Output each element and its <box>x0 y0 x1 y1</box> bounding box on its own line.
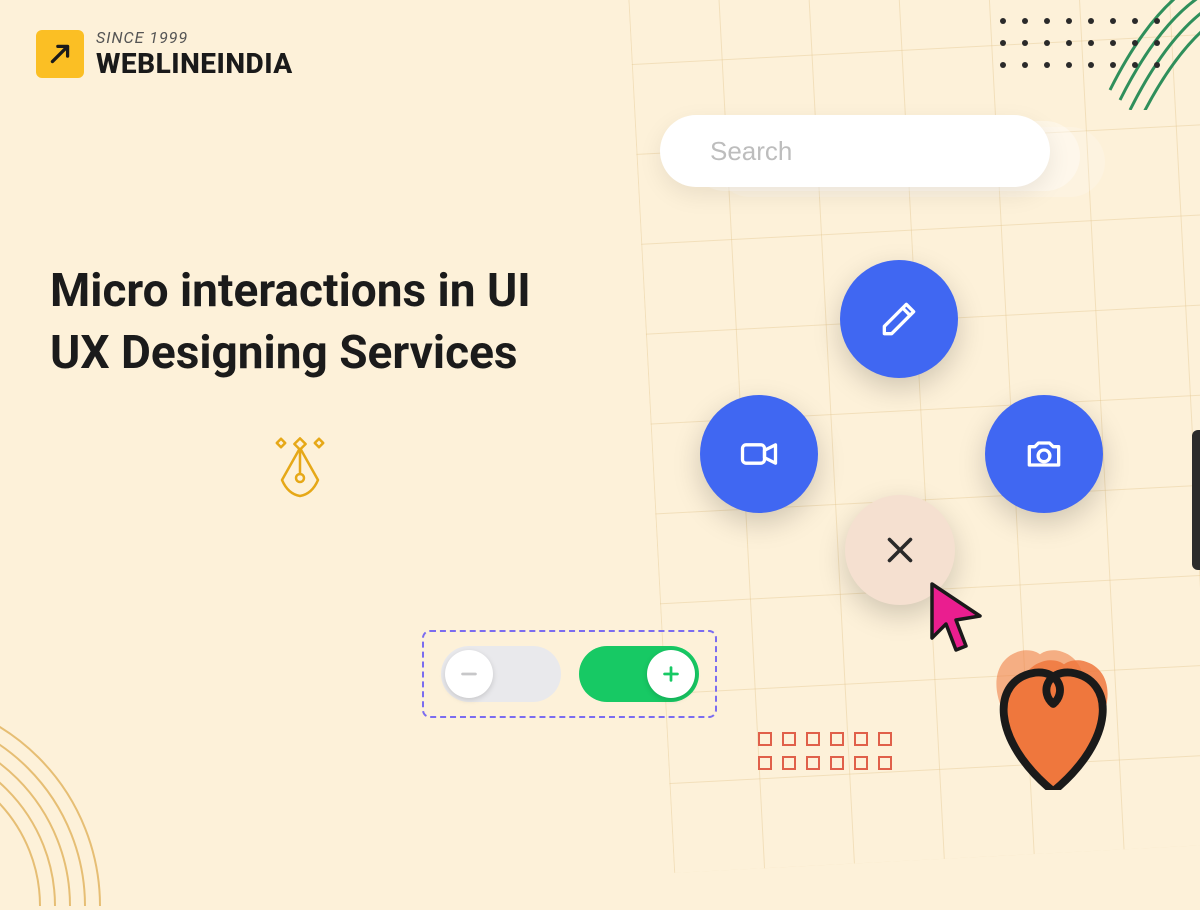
dot-grid-decoration <box>1000 18 1160 68</box>
minus-icon <box>458 663 480 685</box>
camera-button[interactable] <box>985 395 1103 513</box>
video-icon <box>737 432 781 476</box>
pen-tool-icon <box>260 432 340 512</box>
search-input[interactable] <box>710 136 1045 167</box>
logo-brand: WEBLINEINDIA <box>96 47 293 80</box>
logo-mark <box>36 30 84 78</box>
toggle-knob <box>445 650 493 698</box>
arrow-icon <box>47 41 73 67</box>
pencil-icon <box>877 297 921 341</box>
fab-cluster <box>690 260 1120 620</box>
edge-accent <box>1192 430 1200 570</box>
square-grid-decoration <box>758 732 892 770</box>
camera-icon <box>1022 432 1066 476</box>
arc-decoration <box>0 646 150 910</box>
toggle-off[interactable] <box>441 646 561 702</box>
toggle-on[interactable] <box>579 646 699 702</box>
edit-button[interactable] <box>840 260 958 378</box>
close-icon <box>882 532 918 568</box>
logo-since: SINCE 1999 <box>96 28 293 47</box>
heart-icon <box>960 620 1130 790</box>
logo: SINCE 1999 WEBLINEINDIA <box>36 28 293 80</box>
toggle-group <box>422 630 717 718</box>
search-bar[interactable] <box>660 115 1050 187</box>
page-title: Micro interactions in UI UX Designing Se… <box>50 260 570 384</box>
video-button[interactable] <box>700 395 818 513</box>
toggle-knob <box>647 650 695 698</box>
plus-icon <box>660 663 682 685</box>
